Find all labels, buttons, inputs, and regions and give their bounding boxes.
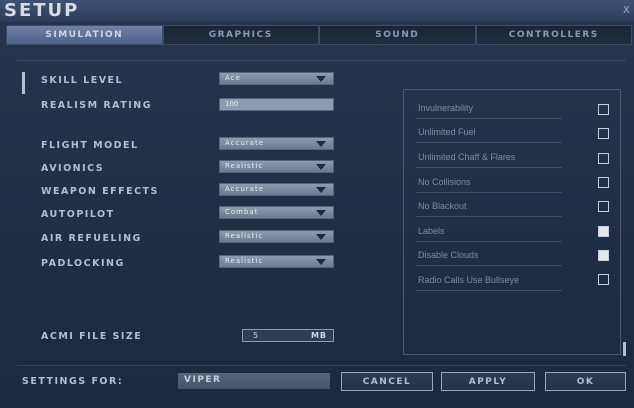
window-title: SETUP	[4, 0, 80, 21]
acmi-file-size-unit: MB	[310, 331, 327, 340]
ok-button[interactable]: Ok	[545, 372, 626, 391]
disable-clouds-label: Disable Clouds	[418, 250, 479, 260]
padlocking-label: Padlocking	[41, 258, 125, 269]
divider	[416, 167, 562, 168]
avionics-label: Avionics	[41, 163, 105, 174]
invulnerability-checkbox[interactable]	[598, 104, 609, 115]
weapon-effects-label: Weapon Effects	[41, 186, 159, 197]
skill-level-value: Ace	[225, 74, 241, 82]
apply-button[interactable]: Apply	[441, 372, 535, 391]
acmi-file-size-label: ACMI File Size	[41, 331, 143, 342]
air-refueling-dropdown[interactable]: Realistic	[219, 230, 334, 243]
divider	[416, 118, 562, 119]
autopilot-label: Autopilot	[41, 209, 115, 220]
unlimited-chaff-flares-label: Unlimited Chaff & Flares	[418, 152, 516, 162]
radio-calls-bullseye-checkbox[interactable]	[598, 274, 609, 285]
realism-rating-label: Realism Rating	[41, 100, 153, 111]
tab-controllers[interactable]: Controllers	[475, 25, 632, 45]
unlimited-chaff-flares-checkbox[interactable]	[598, 153, 609, 164]
tab-graphics[interactable]: Graphics	[162, 25, 319, 45]
settings-for-label: Settings for:	[22, 376, 124, 387]
no-collisions-label: No Collisions	[418, 177, 471, 187]
scrollbar[interactable]	[623, 342, 626, 356]
realism-rating-value: 100	[225, 100, 239, 108]
disable-clouds-checkbox[interactable]	[598, 250, 609, 261]
chevron-down-icon	[316, 141, 326, 147]
chevron-down-icon	[316, 164, 326, 170]
air-refueling-label: Air Refueling	[41, 233, 142, 244]
air-refueling-value: Realistic	[225, 232, 264, 240]
padlocking-dropdown[interactable]: Realistic	[219, 255, 334, 268]
chevron-down-icon	[316, 234, 326, 240]
chevron-down-icon	[316, 187, 326, 193]
divider	[416, 265, 562, 266]
chevron-down-icon	[316, 210, 326, 216]
divider	[416, 216, 562, 217]
realism-rating-field: 100	[219, 98, 334, 111]
close-icon[interactable]: x	[623, 2, 630, 16]
autopilot-dropdown[interactable]: Combat	[219, 206, 334, 219]
weapon-effects-value: Accurate	[225, 185, 265, 193]
unlimited-fuel-label: Unlimited Fuel	[418, 127, 476, 137]
avionics-value: Realistic	[225, 162, 264, 170]
title-bar: SETUP x	[0, 0, 634, 22]
acmi-file-size-value: 5	[253, 331, 259, 340]
divider	[17, 365, 626, 366]
labels-checkbox[interactable]	[598, 226, 609, 237]
no-blackout-checkbox[interactable]	[598, 201, 609, 212]
divider	[416, 142, 562, 143]
chevron-down-icon	[316, 76, 326, 82]
flight-model-value: Accurate	[225, 139, 265, 147]
divider	[416, 192, 562, 193]
unlimited-fuel-checkbox[interactable]	[598, 128, 609, 139]
settings-for-field: VIPER	[178, 373, 330, 389]
divider	[416, 241, 562, 242]
tab-simulation[interactable]: Simulation	[6, 25, 163, 45]
labels-label: Labels	[418, 226, 445, 236]
skill-level-label: Skill Level	[41, 75, 124, 86]
selection-indicator	[22, 72, 25, 94]
no-blackout-label: No Blackout	[418, 201, 467, 211]
weapon-effects-dropdown[interactable]: Accurate	[219, 183, 334, 196]
tab-sound[interactable]: Sound	[319, 25, 476, 45]
avionics-dropdown[interactable]: Realistic	[219, 160, 334, 173]
divider	[416, 290, 562, 291]
skill-level-dropdown[interactable]: Ace	[219, 72, 334, 85]
invulnerability-label: Invulnerability	[418, 103, 474, 113]
flight-model-label: Flight Model	[41, 140, 139, 151]
no-collisions-checkbox[interactable]	[598, 177, 609, 188]
tab-bar: Simulation Graphics Sound Controllers	[6, 25, 632, 45]
acmi-file-size-input[interactable]: 5 MB	[242, 329, 334, 342]
cancel-button[interactable]: Cancel	[341, 372, 433, 391]
setup-window: SETUP x Simulation Graphics Sound Contro…	[0, 0, 634, 408]
padlocking-value: Realistic	[225, 257, 264, 265]
settings-for-value: VIPER	[184, 375, 222, 385]
autopilot-value: Combat	[225, 208, 259, 216]
radio-calls-bullseye-label: Radio Calls Use Bullseye	[418, 275, 520, 285]
flight-model-dropdown[interactable]: Accurate	[219, 137, 334, 150]
chevron-down-icon	[316, 259, 326, 265]
